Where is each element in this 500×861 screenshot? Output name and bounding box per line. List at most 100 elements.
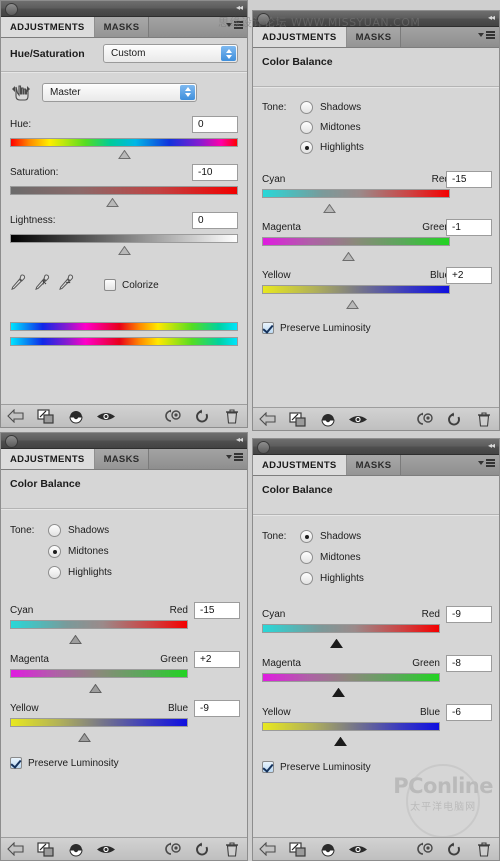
reset-adjustment-icon[interactable] [439, 842, 469, 857]
radio-shadows-icon[interactable] [48, 524, 61, 537]
magenta-green-slider-handle[interactable] [342, 248, 356, 261]
toggle-layer-visibility-icon[interactable] [313, 842, 343, 857]
lightness-slider-handle[interactable] [118, 242, 131, 255]
collapse-to-icons-icon[interactable]: ◂◂ [236, 4, 243, 12]
panel-grip-knob[interactable] [5, 435, 18, 448]
cyan-red-value-input[interactable]: -15 [194, 602, 240, 619]
cyan-red-slider-handle[interactable] [323, 200, 337, 213]
delete-adjustment-layer-icon[interactable] [217, 408, 247, 424]
yellow-blue-slider-handle[interactable] [333, 733, 347, 746]
panel-titlebar[interactable]: ◂◂ [253, 439, 499, 455]
tone-option-highlights[interactable]: Highlights [48, 566, 112, 579]
yellow-blue-value-input[interactable]: +2 [446, 267, 492, 284]
tab-masks[interactable]: MASKS [346, 27, 402, 47]
return-to-adjustment-list-icon[interactable] [253, 842, 283, 856]
return-to-adjustment-list-icon[interactable] [1, 842, 31, 856]
tone-option-midtones[interactable]: Midtones [300, 121, 364, 134]
lightness-value-input[interactable]: 0 [192, 212, 238, 229]
delete-adjustment-layer-icon[interactable] [469, 411, 499, 427]
preset-select[interactable]: Custom [103, 44, 238, 63]
tab-adjustments[interactable]: ADJUSTMENTS [253, 27, 347, 47]
yellow-blue-value-input[interactable]: -6 [446, 704, 492, 721]
spectrum-bar-output[interactable] [10, 337, 238, 346]
tab-adjustments[interactable]: ADJUSTMENTS [1, 17, 95, 37]
preserve-luminosity-checkbox[interactable] [262, 322, 274, 334]
view-previous-state-icon[interactable] [409, 842, 439, 857]
preset-stepper-icon[interactable] [221, 46, 236, 61]
radio-highlights-icon[interactable] [300, 141, 313, 154]
view-previous-state-icon[interactable] [157, 842, 187, 857]
tone-option-shadows[interactable]: Shadows [300, 530, 364, 543]
tone-option-shadows[interactable]: Shadows [48, 524, 112, 537]
panel-grip-knob[interactable] [257, 441, 270, 454]
cyan-red-value-input[interactable]: -9 [446, 606, 492, 623]
delete-adjustment-layer-icon[interactable] [469, 841, 499, 857]
panel-titlebar[interactable]: ◂◂ [253, 11, 499, 27]
collapse-to-icons-icon[interactable]: ◂◂ [488, 14, 495, 22]
panel-grip-knob[interactable] [257, 13, 270, 26]
tab-masks[interactable]: MASKS [94, 17, 150, 37]
eyedropper-add-to-sample-icon[interactable] [34, 274, 58, 296]
toggle-layer-visibility-icon[interactable] [61, 842, 91, 857]
saturation-slider[interactable] [1, 186, 247, 207]
tab-adjustments[interactable]: ADJUSTMENTS [253, 455, 347, 475]
yellow-blue-slider-handle[interactable] [345, 296, 359, 309]
panel-menu-icon[interactable] [226, 453, 243, 461]
yellow-blue-slider-handle[interactable] [78, 729, 92, 742]
hue-slider-handle[interactable] [118, 146, 131, 159]
channel-select[interactable]: Master [42, 82, 197, 102]
eyedropper-subtract-from-sample-icon[interactable] [58, 274, 82, 296]
preserve-luminosity-checkbox[interactable] [10, 757, 22, 769]
clip-to-layer-icon[interactable] [31, 408, 61, 424]
view-previous-state-icon[interactable] [157, 409, 187, 424]
preview-eye-icon[interactable] [91, 843, 121, 856]
radio-shadows-icon[interactable] [300, 530, 313, 543]
clip-to-layer-icon[interactable] [283, 841, 313, 857]
tab-masks[interactable]: MASKS [346, 455, 402, 475]
return-to-adjustment-list-icon[interactable] [253, 412, 283, 426]
eyedropper-sample-icon[interactable] [10, 274, 34, 296]
tab-adjustments[interactable]: ADJUSTMENTS [1, 449, 95, 469]
panel-menu-icon[interactable] [478, 31, 495, 39]
preserve-luminosity-row[interactable]: Preserve Luminosity [253, 731, 499, 773]
reset-adjustment-icon[interactable] [187, 842, 217, 857]
clip-to-layer-icon[interactable] [283, 411, 313, 427]
tone-option-highlights[interactable]: Highlights [300, 572, 364, 585]
tone-option-shadows[interactable]: Shadows [300, 101, 364, 114]
saturation-value-input[interactable]: -10 [192, 164, 238, 181]
preserve-luminosity-row[interactable]: Preserve Luminosity [253, 294, 499, 334]
delete-adjustment-layer-icon[interactable] [217, 841, 247, 857]
collapse-to-icons-icon[interactable]: ◂◂ [236, 436, 243, 444]
reset-adjustment-icon[interactable] [187, 409, 217, 424]
targeted-adjustment-tool-icon[interactable] [10, 82, 32, 102]
preview-eye-icon[interactable] [91, 410, 121, 423]
reset-adjustment-icon[interactable] [439, 412, 469, 427]
view-previous-state-icon[interactable] [409, 412, 439, 427]
channel-stepper-icon[interactable] [180, 84, 195, 100]
cyan-red-value-input[interactable]: -15 [446, 171, 492, 188]
magenta-green-slider-handle[interactable] [88, 680, 102, 693]
magenta-green-value-input[interactable]: -8 [446, 655, 492, 672]
preserve-luminosity-row[interactable]: Preserve Luminosity [1, 727, 247, 769]
tone-option-highlights[interactable]: Highlights [300, 141, 364, 154]
clip-to-layer-icon[interactable] [31, 841, 61, 857]
tone-option-midtones[interactable]: Midtones [300, 551, 364, 564]
radio-midtones-icon[interactable] [300, 121, 313, 134]
magenta-green-value-input[interactable]: -1 [446, 219, 492, 236]
cyan-red-slider-handle[interactable] [330, 635, 344, 648]
panel-menu-icon[interactable] [478, 459, 495, 467]
preview-eye-icon[interactable] [343, 413, 373, 426]
tone-option-midtones[interactable]: Midtones [48, 545, 112, 558]
magenta-green-slider-handle[interactable] [331, 684, 345, 697]
preserve-luminosity-checkbox[interactable] [262, 761, 274, 773]
collapse-to-icons-icon[interactable]: ◂◂ [488, 442, 495, 450]
hue-slider[interactable] [1, 138, 247, 159]
return-to-adjustment-list-icon[interactable] [1, 409, 31, 423]
radio-highlights-icon[interactable] [300, 572, 313, 585]
panel-titlebar[interactable]: ◂◂ [1, 1, 247, 17]
toggle-layer-visibility-icon[interactable] [61, 409, 91, 424]
cyan-red-slider-handle[interactable] [69, 631, 83, 644]
tab-masks[interactable]: MASKS [94, 449, 150, 469]
radio-midtones-icon[interactable] [300, 551, 313, 564]
yellow-blue-value-input[interactable]: -9 [194, 700, 240, 717]
